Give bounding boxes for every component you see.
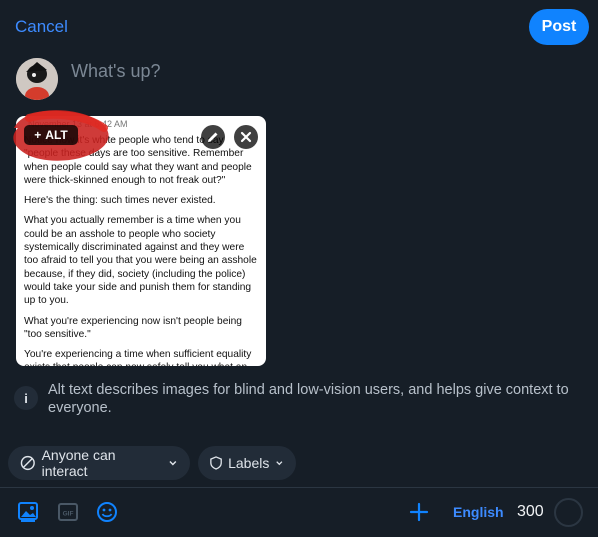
shield-icon [210,456,222,470]
language-selector[interactable]: English [453,504,504,520]
info-icon: i [14,386,38,410]
emoji-icon [97,502,117,522]
character-count: 300 [517,503,544,520]
remove-image-button[interactable] [234,125,258,149]
close-icon [240,131,252,143]
character-progress-ring [554,498,583,527]
image-icon [18,502,38,522]
avatar[interactable] [16,58,58,100]
attached-image[interactable]: November 13 at 6:42 AM Notice how it's w… [16,116,266,366]
gif-icon: GIF [58,503,78,521]
image-picker-button[interactable] [16,500,40,524]
image-text-body: Notice how it's white people who tend to… [24,134,260,366]
interaction-settings-label: Anyone can interact [41,447,116,479]
chevron-down-icon [276,461,283,466]
labels-button[interactable]: Labels [198,446,296,480]
top-bar: Cancel Post [0,0,598,56]
image-paragraph: You're experiencing a time when sufficie… [24,349,252,366]
cancel-button[interactable]: Cancel [15,17,68,37]
edit-image-button[interactable] [201,125,225,149]
add-thread-post-button[interactable] [407,500,431,524]
image-paragraph: What you actually remember is a time whe… [24,215,257,307]
image-paragraph: What you're experiencing now isn't peopl… [24,315,242,340]
toolbar-divider [0,487,598,488]
alt-label: ALT [45,128,68,142]
alt-text-info: i Alt text describes images for blind an… [14,381,584,417]
gif-picker-button[interactable]: GIF [56,500,80,524]
emoji-picker-button[interactable] [95,500,119,524]
pencil-icon [208,132,218,142]
plus-icon [409,502,429,522]
alt-text-button[interactable]: + ALT [24,125,78,145]
chevron-down-icon [169,461,177,466]
globe-icon [20,455,35,471]
plus-icon: + [34,128,42,142]
svg-text:GIF: GIF [63,511,74,518]
image-paragraph: Here's the thing: such times never exist… [24,195,216,207]
post-text-input[interactable]: What's up? [71,61,160,82]
interaction-settings-button[interactable]: Anyone can interact [8,446,190,480]
alt-text-info-message: Alt text describes images for blind and … [48,382,569,416]
labels-label: Labels [228,455,270,471]
post-button[interactable]: Post [529,9,589,45]
